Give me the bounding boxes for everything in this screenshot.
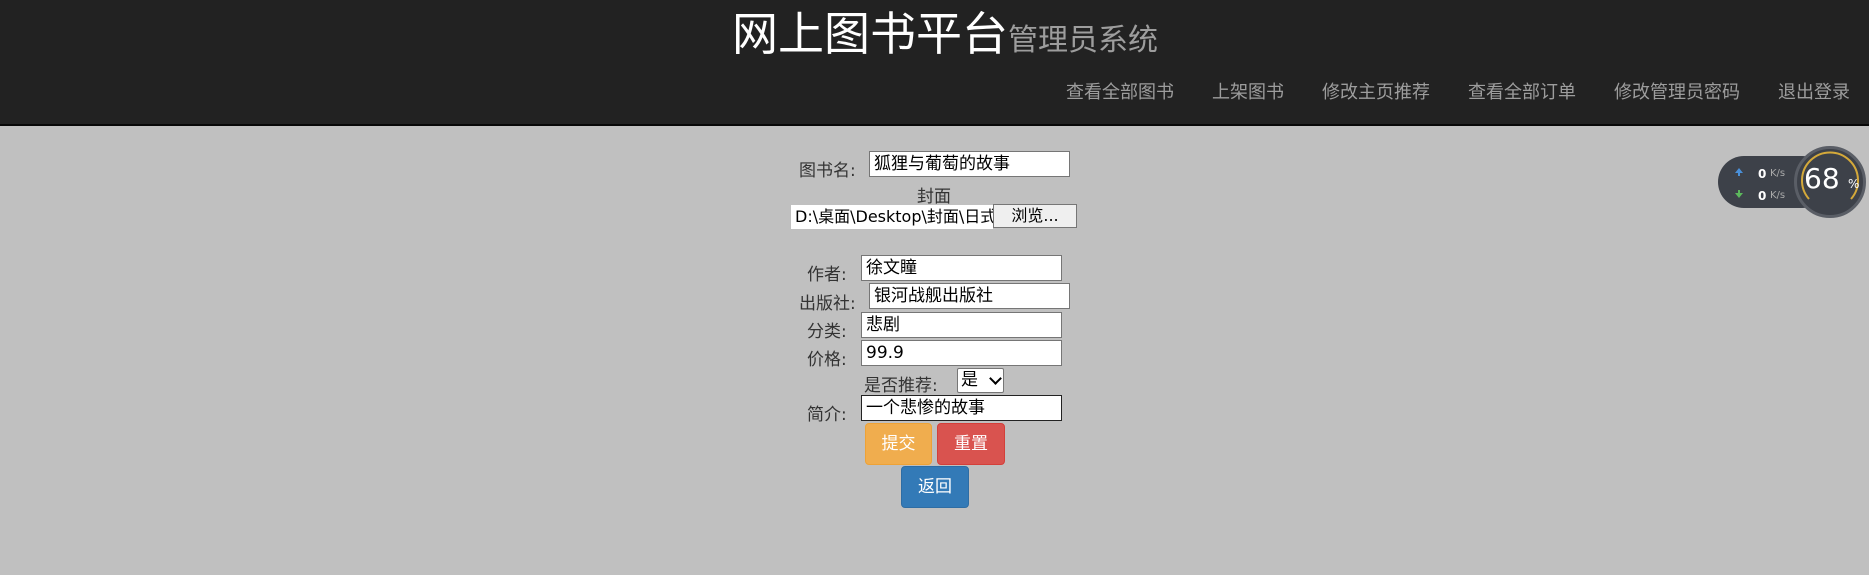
- upload-value: 0: [1758, 167, 1767, 181]
- top-navbar: 网上图书平台管理员系统 查看全部图书 上架图书 修改主页推荐 查看全部订单 修改…: [0, 0, 1869, 126]
- upload-arrow-icon: [1734, 167, 1744, 180]
- cover-label: 封面: [917, 187, 951, 207]
- intro-label: 简介:: [807, 405, 847, 425]
- usage-percent: 68: [1804, 162, 1840, 195]
- nav-edit-home-recommend[interactable]: 修改主页推荐: [1303, 74, 1449, 112]
- brand[interactable]: 网上图书平台管理员系统: [732, 6, 1158, 69]
- title-input[interactable]: 狐狸与葡萄的故事: [869, 151, 1070, 177]
- category-input[interactable]: 悲剧: [861, 312, 1062, 338]
- publisher-label: 出版社:: [799, 294, 856, 314]
- brand-subtitle: 管理员系统: [1008, 23, 1158, 58]
- download-unit: K/s: [1770, 190, 1786, 201]
- nav-add-book[interactable]: 上架图书: [1193, 74, 1303, 112]
- cover-file-path[interactable]: D:\桌面\Desktop\封面\日式: [791, 205, 993, 229]
- nav-menu: 查看全部图书 上架图书 修改主页推荐 查看全部订单 修改管理员密码 退出登录: [1047, 74, 1869, 112]
- price-input[interactable]: 99.9: [861, 340, 1062, 366]
- recommend-select[interactable]: 是: [957, 368, 1004, 393]
- nav-change-admin-password[interactable]: 修改管理员密码: [1595, 74, 1759, 112]
- nav-logout[interactable]: 退出登录: [1759, 74, 1869, 112]
- recommend-select-value: 是: [961, 370, 978, 390]
- upload-unit: K/s: [1770, 168, 1786, 179]
- download-value: 0: [1758, 189, 1767, 203]
- network-speed-widget[interactable]: 0 K/s 0 K/s 68 %: [1718, 146, 1866, 222]
- category-label: 分类:: [807, 322, 847, 342]
- reset-button[interactable]: 重置: [937, 423, 1005, 465]
- price-label: 价格:: [807, 350, 847, 370]
- nav-view-all-books[interactable]: 查看全部图书: [1047, 74, 1193, 112]
- recommend-label: 是否推荐:: [864, 376, 938, 396]
- brand-title[interactable]: 网上图书平台: [732, 7, 1008, 61]
- publisher-input[interactable]: 银河战舰出版社: [869, 283, 1070, 309]
- submit-button[interactable]: 提交: [865, 423, 932, 465]
- nav-view-all-orders[interactable]: 查看全部订单: [1449, 74, 1595, 112]
- download-arrow-icon: [1734, 189, 1744, 202]
- author-label: 作者:: [807, 265, 847, 285]
- title-label: 图书名:: [799, 161, 856, 181]
- chevron-down-icon: [989, 372, 1002, 385]
- back-button[interactable]: 返回: [901, 466, 969, 508]
- intro-input[interactable]: 一个悲惨的故事: [861, 395, 1062, 421]
- usage-percent-sign: %: [1848, 177, 1860, 191]
- author-input[interactable]: 徐文瞳: [861, 255, 1062, 281]
- browse-button[interactable]: 浏览...: [993, 204, 1077, 228]
